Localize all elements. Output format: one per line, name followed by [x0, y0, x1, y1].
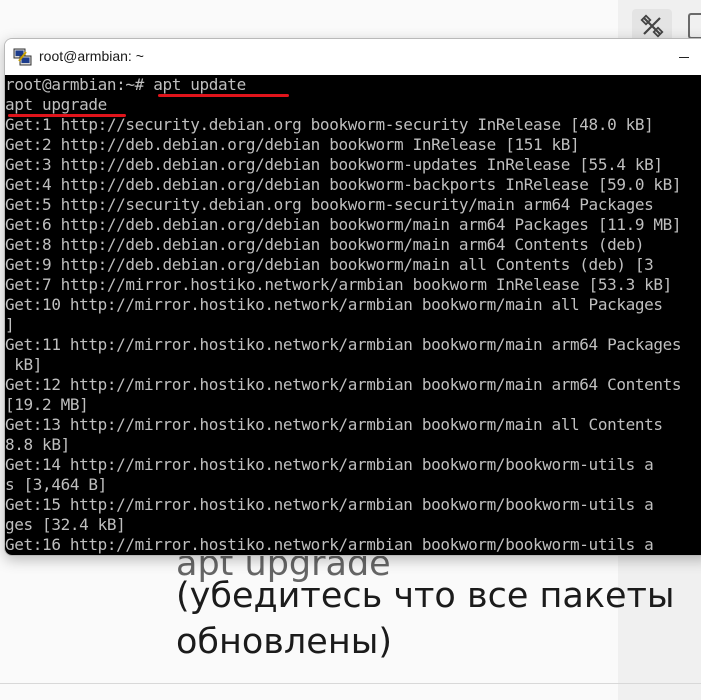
terminal-line: Get:13 http://mirror.hostiko.network/arm… — [5, 415, 663, 434]
document-text-line: (убедитесь что все пакеты — [176, 576, 675, 616]
terminal-line: Get:5 http://security.debian.org bookwor… — [5, 195, 654, 214]
document-text-line: обновлены) — [176, 622, 392, 662]
window-title: root@armbian: ~ — [39, 48, 144, 64]
toolbar-button-partial[interactable] — [688, 13, 701, 39]
divider — [0, 683, 701, 684]
terminal-line: Get:1 http://security.debian.org bookwor… — [5, 115, 654, 134]
terminal-line: Get:3 http://deb.debian.org/debian bookw… — [5, 155, 663, 174]
terminal-line: Get:9 http://deb.debian.org/debian bookw… — [5, 255, 654, 274]
terminal-line: [19.2 MB] — [5, 395, 89, 414]
terminal-line: Get:8 http://deb.debian.org/debian bookw… — [5, 235, 645, 254]
terminal-line: ] — [5, 315, 15, 334]
terminal-line: Get:6 http://deb.debian.org/debian bookw… — [5, 215, 682, 234]
terminal-line: Get:16 http://mirror.hostiko.network/arm… — [5, 535, 654, 554]
terminal-line: Get:2 http://deb.debian.org/debian bookw… — [5, 135, 580, 154]
terminal-output[interactable]: Get:16 http://mirror.hostiko.network/arm… — [5, 75, 701, 555]
terminal-line: Get:7 http://mirror.hostiko.network/armb… — [5, 275, 672, 294]
annotation-underline — [8, 114, 126, 117]
terminal-line: s [3,464 B] — [5, 475, 107, 494]
terminal-line: Get:10 http://mirror.hostiko.network/arm… — [5, 295, 663, 314]
terminal-line: apt upgrade — [5, 95, 107, 114]
putty-window[interactable]: root@armbian: ~ Get:16 http://mirror.hos… — [4, 38, 701, 556]
terminal-line: Get:4 http://deb.debian.org/debian bookw… — [5, 175, 682, 194]
terminal-line: root@armbian:~# apt update — [5, 75, 246, 94]
minimize-icon — [679, 56, 689, 58]
terminal-line: 8.8 kB] — [5, 435, 70, 454]
terminal-line: ges [32.4 kB] — [5, 515, 126, 534]
tools-icon — [640, 14, 664, 38]
terminal-line: kB] — [5, 355, 43, 374]
putty-icon — [13, 48, 32, 66]
terminal-line: Get:11 http://mirror.hostiko.network/arm… — [5, 335, 682, 354]
terminal-line: Get:15 http://mirror.hostiko.network/arm… — [5, 495, 654, 514]
minimize-button[interactable] — [667, 43, 701, 71]
annotation-underline — [158, 94, 289, 97]
window-titlebar[interactable]: root@armbian: ~ — [5, 39, 701, 75]
terminal-line: Get:14 http://mirror.hostiko.network/arm… — [5, 455, 654, 474]
terminal-line: Get:12 http://mirror.hostiko.network/arm… — [5, 375, 682, 394]
